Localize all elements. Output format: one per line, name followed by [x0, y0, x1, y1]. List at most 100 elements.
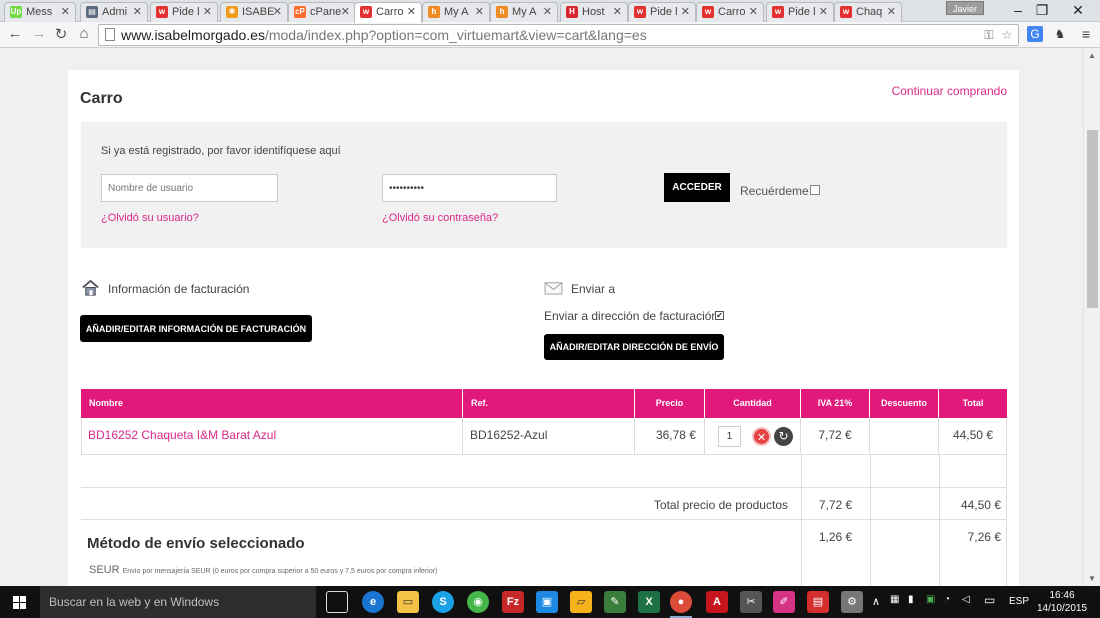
close-icon[interactable]: ✕ [341, 5, 350, 18]
tab-admin[interactable]: ▤ Admi ✕ [80, 2, 148, 22]
star-icon[interactable]: ☆ [999, 27, 1015, 43]
clock[interactable]: 16:46 14/10/2015 [1034, 589, 1090, 615]
menu-icon[interactable]: ≡ [1078, 26, 1094, 42]
tab-carro-2[interactable]: w Carro ✕ [696, 2, 764, 22]
url-path: /moda/index.php?option=com_virtuemart&vi… [264, 27, 647, 43]
tab-carro-active[interactable]: w Carro ✕ [354, 2, 422, 23]
key-icon[interactable]: ⚿ [981, 27, 997, 43]
restore-icon[interactable]: ❐ [1022, 2, 1062, 19]
remember-checkbox[interactable] [810, 185, 820, 195]
paint-icon[interactable]: ✐ [773, 591, 795, 613]
close-icon[interactable]: ✕ [407, 5, 416, 18]
continue-shopping-link[interactable]: Continuar comprando [892, 84, 1007, 98]
subtotal-row: Total precio de productos 7,72 € 44,50 € [81, 488, 1007, 520]
scroll-thumb[interactable] [1087, 130, 1098, 308]
login-button[interactable]: ACCEDER [664, 173, 730, 202]
taskbar-search[interactable]: Buscar en la web y en Windows [40, 586, 316, 618]
home-icon[interactable]: ⌂ [75, 25, 93, 42]
forgot-username-link[interactable]: ¿Olvidó su usuario? [101, 212, 199, 224]
settings-icon[interactable]: ⚙ [841, 591, 863, 613]
product-name-link[interactable]: BD16252 Chaqueta I&M Barat Azul [81, 418, 463, 454]
close-icon[interactable]: ✕ [887, 5, 896, 18]
volume-icon[interactable]: ◁ [962, 594, 970, 605]
tab-myaccount[interactable]: h My A ✕ [422, 2, 490, 22]
header-ref: Ref. [463, 389, 635, 418]
start-button[interactable] [0, 586, 40, 618]
close-icon[interactable]: ✕ [203, 5, 212, 18]
notifications-icon[interactable]: ▭ [984, 593, 995, 607]
update-quantity-icon[interactable]: ↻ [774, 427, 793, 446]
ship-to-billing-checkbox[interactable]: ✔ [715, 311, 724, 320]
forward-icon[interactable]: → [30, 25, 48, 42]
tab-chaqueta[interactable]: w Chaq ✕ [834, 2, 902, 22]
translate-icon[interactable]: G [1027, 26, 1043, 42]
url-text: www.isabelmorgado.es/moda/index.php?opti… [121, 27, 647, 43]
forgot-password-link[interactable]: ¿Olvidó su contraseña? [382, 212, 498, 224]
tab-isabel[interactable]: ✱ ISABE ✕ [220, 2, 288, 22]
edge-icon[interactable]: e [362, 591, 384, 613]
browser-user-chip[interactable]: Javier [946, 1, 984, 15]
tab-pide-3[interactable]: w Pide l ✕ [766, 2, 834, 22]
tab-pide-2[interactable]: w Pide l ✕ [628, 2, 696, 22]
edit-shipping-button[interactable]: AÑADIR/EDITAR DIRECCIÓN DE ENVÍO [544, 334, 724, 360]
presentation-icon[interactable]: ▤ [807, 591, 829, 613]
network-icon[interactable]: ▦ [890, 594, 899, 605]
remove-item-icon[interactable]: ✕ [752, 427, 771, 446]
close-icon[interactable]: ✕ [61, 5, 70, 18]
folder-icon[interactable]: ▱ [570, 591, 592, 613]
scroll-down-icon[interactable]: ▼ [1088, 574, 1096, 583]
close-icon[interactable]: ✕ [273, 5, 282, 18]
tab-hosting[interactable]: H Host ✕ [560, 2, 628, 22]
tab-myaccount-2[interactable]: h My A ✕ [490, 2, 558, 22]
windows-icon [13, 596, 26, 609]
close-icon[interactable]: ✕ [133, 5, 142, 18]
green-app-icon[interactable]: ◉ [467, 591, 489, 613]
product-total: 44,50 € [952, 428, 993, 442]
shipping-total: 7,26 € [967, 530, 1001, 544]
taskbar: Buscar en la web y en Windows e ▭ S ◉ Fz… [0, 586, 1100, 618]
quantity-input[interactable]: 1 [718, 426, 741, 447]
filezilla-icon[interactable]: Fz [502, 591, 524, 613]
hosting-icon: h [428, 6, 440, 18]
close-icon[interactable]: ✕ [475, 5, 484, 18]
password-field[interactable] [382, 174, 557, 202]
tab-messages[interactable]: Up Mess ✕ [4, 2, 76, 22]
close-window-icon[interactable]: ✕ [1058, 2, 1098, 19]
tab-cpanel[interactable]: cP cPane ✕ [288, 2, 356, 22]
wifi-icon[interactable]: ◔ [944, 594, 950, 605]
close-icon[interactable]: ✕ [749, 5, 758, 18]
sync-icon[interactable]: ▣ [926, 594, 935, 605]
shipping-carrier: SEUR [89, 564, 120, 576]
battery-icon[interactable]: ▮ [908, 594, 914, 605]
header-price: Precio [635, 389, 705, 418]
close-icon[interactable]: ✕ [613, 5, 622, 18]
skype-icon[interactable]: S [432, 591, 454, 613]
language-indicator[interactable]: ESP [1009, 596, 1029, 607]
excel-icon[interactable]: X [638, 591, 660, 613]
browser-tab-bar: Up Mess ✕ ▤ Admi ✕ w Pide l ✕ ✱ ISABE ✕ … [0, 0, 1100, 23]
back-icon[interactable]: ← [6, 25, 24, 42]
scroll-up-icon[interactable]: ▲ [1088, 51, 1096, 60]
task-view-icon[interactable] [326, 591, 348, 613]
reload-icon[interactable]: ↻ [52, 25, 70, 43]
file-explorer-icon[interactable]: ▭ [397, 591, 419, 613]
username-field[interactable] [101, 174, 278, 202]
notepad-icon[interactable]: ✎ [604, 591, 626, 613]
chrome-icon[interactable]: ● [670, 591, 692, 618]
acrobat-icon[interactable]: A [706, 591, 728, 613]
page-scrollbar[interactable]: ▲ ▼ [1083, 48, 1100, 586]
tab-pide[interactable]: w Pide l ✕ [150, 2, 218, 22]
tools-icon[interactable]: ✂ [740, 591, 762, 613]
extension-icon[interactable]: ♞ [1052, 26, 1068, 42]
subtotal-tax: 7,72 € [818, 498, 853, 512]
store-icon[interactable]: ▣ [536, 591, 558, 613]
cart-panel: Carro Continuar comprando Si ya está reg… [68, 70, 1019, 586]
chevron-up-icon[interactable]: ∧ [872, 595, 880, 608]
edit-billing-button[interactable]: AÑADIR/EDITAR INFORMACIÓN DE FACTURACIÓN [80, 315, 312, 342]
hosting-icon: h [496, 6, 508, 18]
close-icon[interactable]: ✕ [681, 5, 690, 18]
close-icon[interactable]: ✕ [819, 5, 828, 18]
close-icon[interactable]: ✕ [543, 5, 552, 18]
shipping-description: Envío por mensajería SEUR (0 euros por c… [122, 568, 438, 575]
address-bar[interactable]: www.isabelmorgado.es/moda/index.php?opti… [98, 24, 1019, 46]
